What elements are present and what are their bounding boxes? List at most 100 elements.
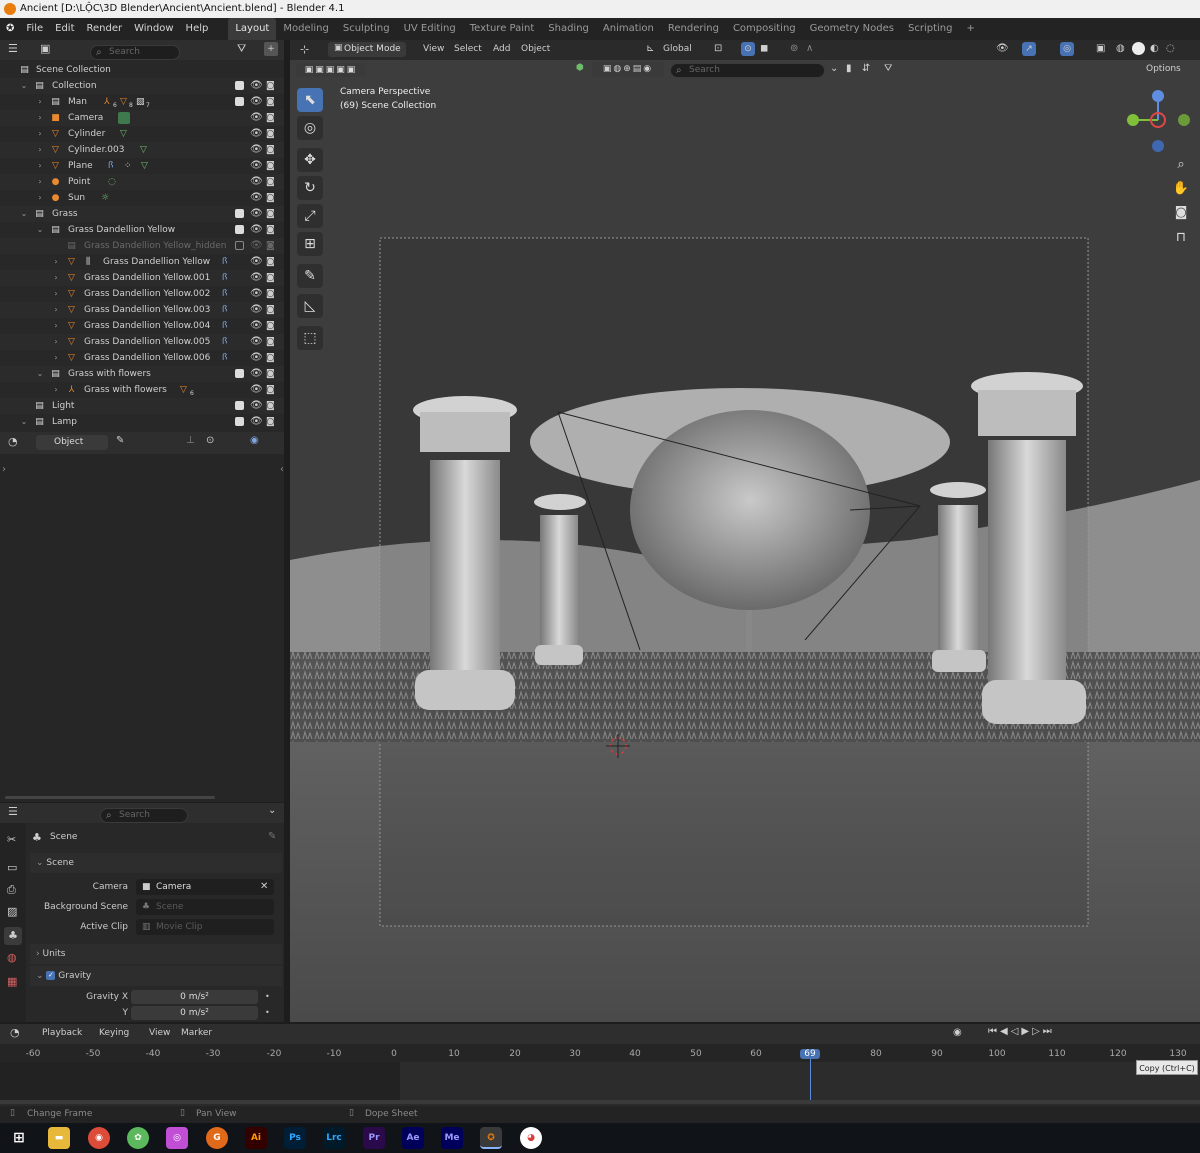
tab-geometry-nodes[interactable]: Geometry Nodes [803,18,901,40]
file-explorer-icon[interactable]: ▬ [48,1127,70,1149]
outliner-search-input[interactable]: Search [90,44,180,60]
expand-chevron-icon[interactable]: › [35,174,45,190]
tab-texture-paint[interactable]: Texture Paint [463,18,542,40]
snap-target-icon[interactable]: ◼ [760,43,768,54]
tab-sculpting[interactable]: Sculpting [336,18,397,40]
outliner-row-grass-with-flowers[interactable]: › ⅄ Grass with flowers ▽ 6 👁 ◙ [0,382,284,398]
tab-layout[interactable]: Layout [228,18,277,40]
gravity-checkbox[interactable]: ✓ [46,971,56,980]
tab-shading[interactable]: Shading [541,18,596,40]
timeline-scrollbar[interactable] [0,1100,1200,1104]
illustrator-icon[interactable]: Ai [245,1127,267,1149]
menu-window[interactable]: Window [128,18,179,40]
photoshop-icon[interactable]: Ps [284,1127,306,1149]
eye-icon[interactable]: 👁 [250,334,263,350]
eye-icon[interactable]: 👁 [250,366,263,382]
gizmo-icon[interactable]: ⊥ [186,435,195,446]
eye-icon[interactable]: 👁 [250,78,263,94]
viewport-shading-icon[interactable]: ◉ [250,435,259,446]
keyframe-area[interactable] [400,1062,1200,1100]
collapse-chevron-icon[interactable]: ⌄ [19,78,29,94]
render-camera-icon[interactable]: ◙ [266,302,275,318]
menu-keying[interactable]: Keying [99,1028,129,1038]
xray-icon[interactable]: ▣ [1096,43,1105,54]
expand-chevron-icon[interactable]: › [35,190,45,206]
camera-view-icon[interactable]: ◙ [1171,203,1191,223]
rotate-tool[interactable]: ↻ [297,176,323,200]
eye-icon[interactable]: 👁 [250,222,263,238]
bookmark-icon[interactable]: ▮ [846,63,852,74]
exclude-checkbox[interactable] [235,81,244,90]
after-effects-icon[interactable]: Ae [402,1127,424,1149]
eye-icon[interactable]: 👁 [250,158,263,174]
eye-icon[interactable]: 👁 [250,414,263,430]
section-scene[interactable]: ⌄ Scene [30,853,282,873]
collapse-chevron-icon[interactable]: ⌄ [35,366,45,382]
keyframe-dot-icon[interactable]: • [265,989,270,1005]
select-mode-icons[interactable]: ▣▣▣▣▣ [296,63,366,77]
editor-type-icon[interactable]: ⊹ [300,43,309,56]
3d-viewport[interactable]: Camera Perspective (69) Scene Collection [290,40,1200,1022]
current-frame-indicator[interactable]: 69 [800,1049,820,1059]
falloff-icon[interactable]: ∧ [806,43,813,54]
eye-icon[interactable]: 👁 [250,286,263,302]
outliner-row-point[interactable]: › ● Point ◌ 👁 ◙ [0,174,284,190]
eye-icon[interactable]: 👁 [250,350,263,366]
tool-tab-icon[interactable]: ✂ [7,833,16,846]
render-camera-icon[interactable]: ◙ [266,126,275,142]
pin-icon[interactable]: ✎ [268,831,276,842]
transform-orientation-dropdown[interactable]: Global [663,44,692,54]
expand-chevron-icon[interactable]: › [51,350,61,366]
options-dropdown[interactable]: Options [1146,64,1181,74]
eye-icon[interactable]: 👁 [250,270,263,286]
eye-icon[interactable]: 👁 [250,94,263,110]
collapse-sidebar-chevron-icon[interactable]: ‹ [280,464,284,475]
tab-animation[interactable]: Animation [596,18,661,40]
outliner-row-grass-006[interactable]: › ▽ Grass Dandellion Yellow.006 ꟗ 👁 ◙ [0,350,284,366]
editor-type-icon[interactable]: ☰ [8,42,18,55]
add-cube-tool[interactable]: ⬚ [297,326,323,350]
playback-controls-icons[interactable]: ⏮◀◁▶▷⏭ [988,1026,1055,1037]
texture-tab-icon[interactable]: ▦ [7,975,17,988]
outliner-row-man[interactable]: › ▤ Man ⅄ 6 ▽ 8 ▧ 7 👁 ◙ [0,94,284,110]
render-camera-icon[interactable]: ◙ [266,350,275,366]
material-shading-icon[interactable]: ◐ [1150,43,1159,54]
menu-marker[interactable]: Marker [181,1028,212,1038]
wireframe-shading-icon[interactable]: ◍ [1116,43,1125,54]
menu-help[interactable]: Help [180,18,215,40]
outliner-row-sun[interactable]: › ● Sun ☼ 👁 ◙ [0,190,284,206]
snap-icon[interactable]: ⊙ [741,42,755,56]
expand-chevron-icon[interactable]: › [51,254,61,270]
navigation-gizmo[interactable] [1118,88,1200,158]
render-camera-icon[interactable]: ◙ [266,366,275,382]
app-notification-icon[interactable]: ◕ [520,1127,542,1149]
expand-sidebar-chevron-icon[interactable]: › [2,464,6,475]
background-scene-field[interactable]: Scene [136,899,274,915]
expand-chevron-icon[interactable]: › [51,318,61,334]
exclude-checkbox[interactable] [235,401,244,410]
exclude-checkbox[interactable] [235,241,244,250]
annotate-tool[interactable]: ✎ [297,264,323,288]
section-units[interactable]: › Units [30,944,282,964]
expand-chevron-icon[interactable]: › [35,142,45,158]
overlay-toggle-icon[interactable]: ◎ [1060,42,1074,56]
keyframe-dot-icon[interactable]: • [265,1005,270,1021]
app-green-icon[interactable]: ✿ [127,1127,149,1149]
tab-compositing[interactable]: Compositing [726,18,803,40]
tab-modeling[interactable]: Modeling [276,18,336,40]
render-camera-icon[interactable]: ◙ [266,110,275,126]
eye-icon[interactable]: 👁 [250,238,263,254]
exclude-checkbox[interactable] [235,225,244,234]
menu-file[interactable]: File [20,18,49,40]
outliner-row-cylinder-003[interactable]: › ▽ Cylinder.003 ▽ 👁 ◙ [0,142,284,158]
outliner-row-grass-004[interactable]: › ▽ Grass Dandellion Yellow.004 ꟗ 👁 ◙ [0,318,284,334]
cursor-tool[interactable]: ◎ [297,116,323,140]
sort-icon[interactable]: ⇵ [862,63,870,74]
render-camera-icon[interactable]: ◙ [266,238,275,254]
options-chevron-icon[interactable]: ⌄ [268,805,276,816]
render-camera-icon[interactable]: ◙ [266,318,275,334]
render-camera-icon[interactable]: ◙ [266,78,275,94]
menu-view[interactable]: View [423,44,444,54]
gravity-y-field[interactable]: 0 m/s² [131,1006,258,1020]
lightroom-classic-icon[interactable]: Lrc [323,1127,345,1149]
